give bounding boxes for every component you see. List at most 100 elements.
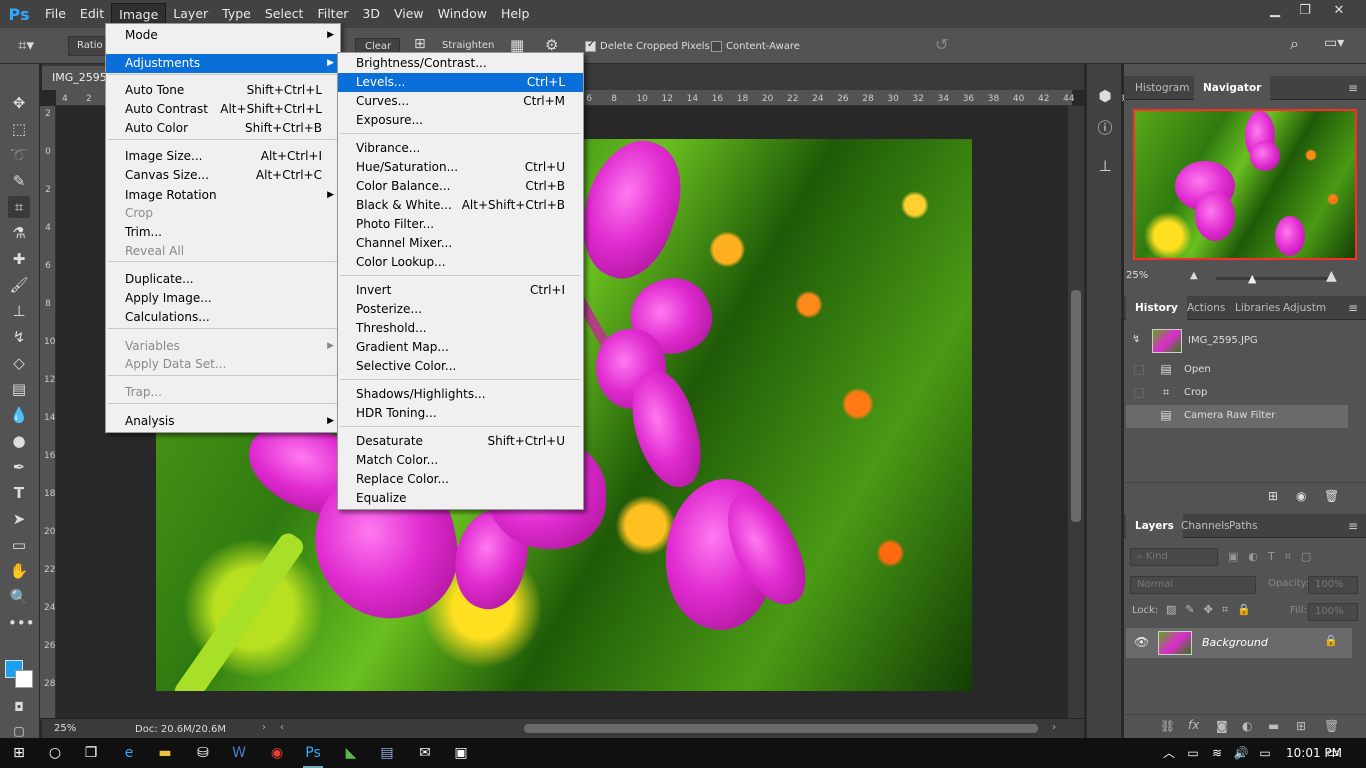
horizontal-scrollbar[interactable]	[524, 724, 1038, 733]
menu-item-adjustments[interactable]: Adjustments ▶	[106, 54, 340, 73]
menu-item-posterize[interactable]: Posterize...	[338, 300, 583, 319]
input-language-icon[interactable]: ▭	[1252, 742, 1278, 764]
zoom-out-icon[interactable]: ▲	[1190, 270, 1198, 281]
cortana-icon[interactable]: ○	[42, 742, 68, 764]
menu-help[interactable]: Help	[494, 3, 537, 25]
menu-item-invert[interactable]: Invert Ctrl+I	[338, 281, 583, 300]
lasso-tool-icon[interactable]: ➰	[8, 144, 30, 166]
quick-mask-icon[interactable]: ◘	[8, 696, 30, 718]
straighten-label[interactable]: Straighten	[442, 40, 494, 51]
quick-select-tool-icon[interactable]: ✎	[8, 170, 30, 192]
menu-item-levels[interactable]: Levels... Ctrl+L	[338, 73, 583, 92]
menu-item-image-size[interactable]: Image Size... Alt+Ctrl+I	[106, 147, 340, 166]
app-green-icon[interactable]: ◣	[338, 742, 364, 764]
info-icon[interactable]: ⓘ	[1095, 118, 1115, 138]
command-prompt-icon[interactable]: ▣	[448, 742, 474, 764]
move-tool-icon[interactable]: ✥	[8, 92, 30, 114]
add-mask-icon[interactable]: ◙	[1216, 719, 1228, 733]
menu-item-desaturate[interactable]: Desaturate Shift+Ctrl+U	[338, 432, 583, 451]
menu-item-auto-color[interactable]: Auto Color Shift+Ctrl+B	[106, 119, 340, 138]
menu-item-trim[interactable]: Trim...	[106, 223, 340, 242]
menu-select[interactable]: Select	[258, 3, 311, 25]
type-tool-icon[interactable]: T	[8, 482, 30, 504]
status-zoom[interactable]: 25%	[54, 723, 76, 734]
menu-item-hdr-toning[interactable]: HDR Toning...	[338, 404, 583, 423]
menu-item-replace-color[interactable]: Replace Color...	[338, 470, 583, 489]
trash-icon[interactable]: 🗑	[1324, 489, 1339, 503]
layer-filter-icons[interactable]: ▣◐T⌗▢	[1228, 550, 1321, 564]
menu-item-match-color[interactable]: Match Color...	[338, 451, 583, 470]
new-group-icon[interactable]: ▬	[1268, 719, 1279, 733]
status-menu-arrow-icon[interactable]: ›	[262, 722, 266, 733]
menu-3d[interactable]: 3D	[355, 3, 387, 25]
tab-adjustments[interactable]: Adjustm	[1274, 296, 1335, 320]
menu-item-calculations[interactable]: Calculations...	[106, 308, 340, 327]
menu-item-vibrance[interactable]: Vibrance...	[338, 139, 583, 158]
menu-item-black-white[interactable]: Black & White... Alt+Shift+Ctrl+B	[338, 196, 583, 215]
history-state-open[interactable]: ▤ Open	[1126, 359, 1348, 382]
pen-tool-icon[interactable]: ✒	[8, 456, 30, 478]
menu-window[interactable]: Window	[431, 3, 494, 25]
zoom-tool-icon[interactable]: 🔍	[8, 586, 30, 608]
navigator-thumbnail[interactable]	[1133, 109, 1357, 260]
menu-item-channel-mixer[interactable]: Channel Mixer...	[338, 234, 583, 253]
file-explorer-icon[interactable]: ▬	[152, 742, 178, 764]
stamp-icon[interactable]: ⊥	[1095, 156, 1115, 176]
history-checkbox[interactable]	[1134, 388, 1144, 398]
delete-layer-icon[interactable]: 🗑	[1324, 719, 1339, 733]
more-tools-icon[interactable]: •••	[8, 612, 35, 634]
tab-paths[interactable]: Paths	[1220, 514, 1267, 538]
menu-view[interactable]: View	[387, 3, 431, 25]
background-color-swatch[interactable]	[15, 670, 33, 688]
menu-item-duplicate[interactable]: Duplicate...	[106, 270, 340, 289]
windows-start-icon[interactable]: ⊞	[6, 742, 32, 764]
scroll-left-icon[interactable]: ‹	[280, 722, 284, 733]
navigator-zoom[interactable]: 25%	[1126, 270, 1148, 281]
history-checkbox[interactable]	[1134, 411, 1144, 421]
search-icon[interactable]: ⌕	[1290, 34, 1299, 54]
menu-item-auto-tone[interactable]: Auto Tone Shift+Ctrl+L	[106, 81, 340, 100]
link-layers-icon[interactable]: ⛓	[1160, 719, 1175, 733]
notes-icon[interactable]: ▤	[374, 742, 400, 764]
menu-edit[interactable]: Edit	[73, 3, 111, 25]
volume-icon[interactable]: 🔊	[1228, 742, 1254, 764]
delete-cropped-checkbox[interactable]	[585, 39, 596, 52]
new-document-icon[interactable]: ⊞	[1268, 489, 1278, 503]
task-view-icon[interactable]: ❐	[78, 742, 104, 764]
new-layer-icon[interactable]: ⊞	[1296, 719, 1306, 733]
menu-item-curves[interactable]: Curves... Ctrl+M	[338, 92, 583, 111]
wifi-icon[interactable]: ≋	[1204, 742, 1230, 764]
word-icon[interactable]: W	[226, 742, 252, 764]
menu-item-shadows-highlights[interactable]: Shadows/Highlights...	[338, 385, 583, 404]
straighten-icon[interactable]: ⊞	[414, 36, 426, 52]
reset-icon[interactable]: ↺	[935, 35, 948, 54]
crop-tool-icon[interactable]: ⌗	[8, 196, 30, 218]
edge-browser-icon[interactable]: e	[116, 742, 142, 764]
blur-tool-icon[interactable]: 💧	[8, 404, 30, 426]
clone-stamp-tool-icon[interactable]: ⊥	[8, 300, 30, 322]
fx-icon[interactable]: fx	[1188, 718, 1199, 732]
tray-chevron-icon[interactable]: ︿	[1156, 742, 1182, 764]
ratio-dropdown[interactable]: Ratio	[68, 36, 108, 56]
visibility-eye-icon[interactable]: 👁	[1134, 635, 1149, 649]
layer-name[interactable]: Background	[1202, 636, 1268, 649]
menu-item-photo-filter[interactable]: Photo Filter...	[338, 215, 583, 234]
store-icon[interactable]: ⛁	[190, 742, 216, 764]
blend-mode-select[interactable]: Normal	[1130, 576, 1256, 594]
content-aware-checkbox[interactable]	[711, 41, 722, 52]
fill-field[interactable]: 100%	[1308, 603, 1358, 621]
close-icon[interactable]: ✕	[1322, 0, 1356, 24]
menu-item-exposure[interactable]: Exposure...	[338, 111, 583, 130]
adjustment-layer-icon[interactable]: ◐	[1242, 719, 1252, 733]
crop-tool-preset-icon[interactable]: ⌗▾	[18, 36, 34, 54]
menu-item-mode[interactable]: Mode ▶	[106, 26, 340, 45]
marquee-tool-icon[interactable]: ⬚	[8, 118, 30, 140]
menu-item-canvas-size[interactable]: Canvas Size... Alt+Ctrl+C	[106, 166, 340, 185]
panel-menu-icon[interactable]: ≡	[1348, 301, 1358, 315]
rectangle-tool-icon[interactable]: ▭	[8, 534, 30, 556]
brush-tool-icon[interactable]: 🖌	[8, 274, 30, 296]
dodge-tool-icon[interactable]: ●	[8, 430, 30, 452]
menu-layer[interactable]: Layer	[166, 3, 215, 25]
slider-handle[interactable]: ▲	[1248, 272, 1256, 285]
menu-item-gradient-map[interactable]: Gradient Map...	[338, 338, 583, 357]
